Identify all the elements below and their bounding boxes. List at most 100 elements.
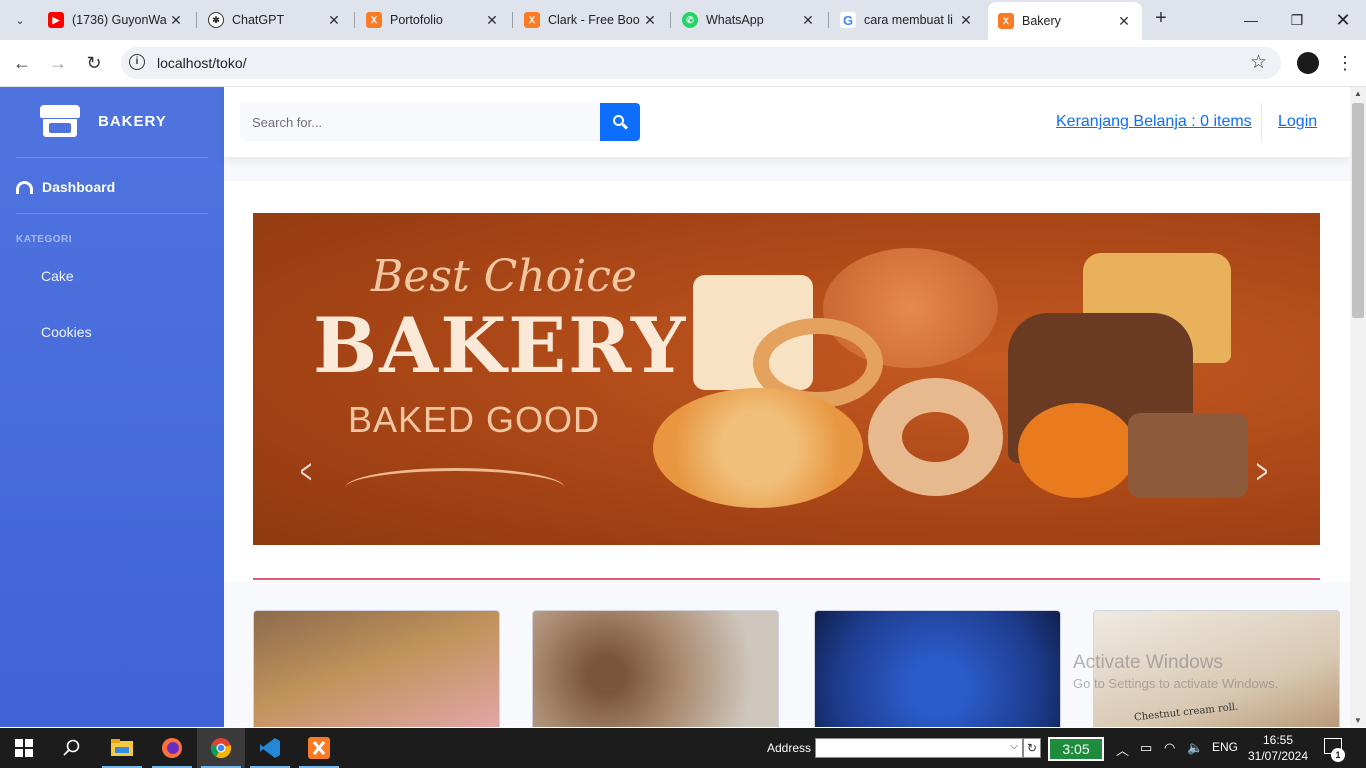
system-clock[interactable]: 16:55 31/07/2024 [1246, 732, 1310, 764]
product-image-caption: Chestnut cream roll. [1133, 701, 1239, 724]
tab-search-chevron-icon[interactable]: ⌄ [8, 8, 32, 32]
scroll-up-arrow-icon[interactable]: ▲ [1350, 89, 1366, 98]
file-explorer-icon[interactable] [98, 728, 146, 768]
xampp-icon: ꓫ [998, 13, 1014, 29]
sidebar-item-label: Dashboard [42, 179, 116, 195]
whatsapp-icon: ✆ [682, 12, 698, 28]
language-indicator[interactable]: ENG [1212, 740, 1238, 754]
timer-widget[interactable]: 3:05 [1048, 737, 1104, 761]
search-button[interactable] [600, 103, 640, 141]
topbar-divider [1261, 103, 1262, 141]
tab-youtube[interactable]: ▶ (1736) GuyonWa ✕ [38, 4, 194, 36]
restore-icon[interactable]: ❐ [1282, 6, 1312, 34]
browser-tab-strip: ⌄ ▶ (1736) GuyonWa ✕ ✱ ChatGPT ✕ ꓫ Porto… [0, 0, 1366, 40]
refresh-icon[interactable]: ↻ [1023, 738, 1041, 758]
tab-clark[interactable]: ꓫ Clark - Free Boo ✕ [514, 4, 668, 36]
tab-whatsapp[interactable]: ✆ WhatsApp ✕ [672, 4, 826, 36]
tab-portofolio[interactable]: ꓫ Portofolio ✕ [356, 4, 510, 36]
tab-google-search[interactable]: G cara membuat li ✕ [830, 4, 984, 36]
sidebar-item-cake[interactable]: Cake [41, 268, 74, 284]
windows-start-icon[interactable] [0, 728, 48, 768]
reload-icon[interactable]: ↻ [81, 50, 107, 76]
windows-activation-watermark: Activate Windows Go to Settings to activ… [1073, 652, 1279, 691]
banner-swirl-ornament [345, 468, 565, 508]
carousel-prev-chevron-icon[interactable]: < [300, 453, 312, 492]
tab-chatgpt[interactable]: ✱ ChatGPT ✕ [198, 4, 352, 36]
close-icon[interactable]: ✕ [168, 12, 184, 29]
volume-icon[interactable]: 🔈 [1187, 740, 1203, 756]
address-toolbar-input[interactable]: ⌵ [815, 738, 1023, 758]
close-icon[interactable]: ✕ [800, 12, 816, 29]
window-close-icon[interactable]: ✕ [1328, 6, 1358, 34]
carousel-next-chevron-icon[interactable]: > [1256, 453, 1268, 492]
topbar: Keranjang Belanja : 0 items Login [224, 87, 1350, 157]
product-card-cake[interactable] [253, 610, 500, 727]
sidebar-heading: KATEGORI [16, 234, 73, 245]
close-icon[interactable]: ✕ [326, 12, 342, 29]
minimize-icon[interactable]: — [1236, 6, 1266, 34]
dashboard-gauge-icon [16, 180, 33, 194]
tab-separator [196, 12, 197, 28]
vscode-icon[interactable] [246, 728, 294, 768]
round-bun-illustration [1018, 403, 1136, 498]
chrome-icon[interactable] [197, 728, 245, 768]
clock-date: 31/07/2024 [1247, 749, 1309, 763]
scroll-thumb[interactable] [1352, 103, 1364, 318]
search-input[interactable] [240, 103, 600, 141]
windows-taskbar: Address ⌵ ↻ 3:05 ︿ ▭ ◠ 🔈 ENG 16:55 31/07… [0, 728, 1366, 768]
site-info-icon[interactable]: i [129, 54, 145, 70]
web-page: BAKERY Dashboard KATEGORI Cake Cookies K… [0, 87, 1366, 727]
store-icon [40, 105, 80, 137]
profile-avatar[interactable] [1297, 52, 1319, 74]
tab-separator [828, 12, 829, 28]
notification-count-badge: 1 [1331, 748, 1345, 762]
address-bar[interactable]: i localhost/toko/ ☆ [121, 47, 1281, 79]
xampp-icon: ꓫ [366, 12, 382, 28]
scroll-down-arrow-icon[interactable]: ▼ [1350, 716, 1366, 725]
sidebar: BAKERY Dashboard KATEGORI Cake Cookies [0, 87, 224, 727]
sidebar-item-dashboard[interactable]: Dashboard [16, 179, 115, 195]
close-icon[interactable]: ✕ [484, 12, 500, 29]
new-tab-plus-icon[interactable]: + [1150, 8, 1172, 30]
youtube-icon: ▶ [48, 12, 64, 28]
cart-link[interactable]: Keranjang Belanja : 0 items [1056, 113, 1252, 131]
url-text[interactable]: localhost/toko/ [157, 55, 247, 71]
tab-bakery[interactable]: ꓫ Bakery ✕ [988, 2, 1142, 40]
back-arrow-icon[interactable]: ← [9, 50, 35, 76]
sidebar-item-label: Cake [41, 268, 74, 284]
forward-arrow-icon[interactable]: → [45, 50, 71, 76]
sidebar-item-label: Cookies [41, 324, 92, 340]
show-hidden-icons-chevron-icon[interactable]: ︿ [1116, 740, 1129, 759]
product-card-bear-cookies[interactable] [532, 610, 779, 727]
login-link[interactable]: Login [1278, 113, 1317, 131]
bookmark-star-icon[interactable]: ☆ [1250, 51, 1267, 74]
browser-toolbar: ← → ↻ i localhost/toko/ ☆ [0, 40, 1366, 87]
sidebar-divider [16, 157, 208, 158]
banner-title: BAKERY [313, 301, 688, 390]
firefox-icon[interactable] [148, 728, 196, 768]
address-toolbar-label: Address [767, 741, 812, 755]
sidebar-divider [16, 213, 208, 214]
battery-icon[interactable]: ▭ [1140, 740, 1152, 756]
close-icon[interactable]: ✕ [642, 12, 658, 29]
chevron-down-icon[interactable]: ⌵ [1010, 741, 1018, 752]
close-icon[interactable]: ✕ [1116, 13, 1132, 30]
tab-separator [512, 12, 513, 28]
sidebar-brand[interactable]: BAKERY [40, 105, 167, 137]
search-icon[interactable] [48, 728, 96, 768]
xampp-icon[interactable] [295, 728, 343, 768]
clock-time: 16:55 [1262, 733, 1294, 747]
browser-menu-icon[interactable]: ⋮ [1336, 50, 1354, 76]
tab-separator [670, 12, 671, 28]
product-card-blue-cookies[interactable] [814, 610, 1061, 727]
wifi-icon[interactable]: ◠ [1164, 740, 1175, 756]
sidebar-item-cookies[interactable]: Cookies [41, 324, 92, 340]
carousel-slide-image: Best Choice BAKERY BAKED GOOD [253, 213, 1320, 545]
tab-separator [354, 12, 355, 28]
donut-illustration [868, 378, 1003, 496]
close-icon[interactable]: ✕ [958, 12, 974, 29]
carousel-indicator-line [253, 578, 1320, 580]
round-bread-illustration [653, 388, 863, 508]
page-scrollbar[interactable]: ▲ ▼ [1350, 87, 1366, 727]
banner-subtitle: BAKED GOOD [348, 399, 601, 440]
